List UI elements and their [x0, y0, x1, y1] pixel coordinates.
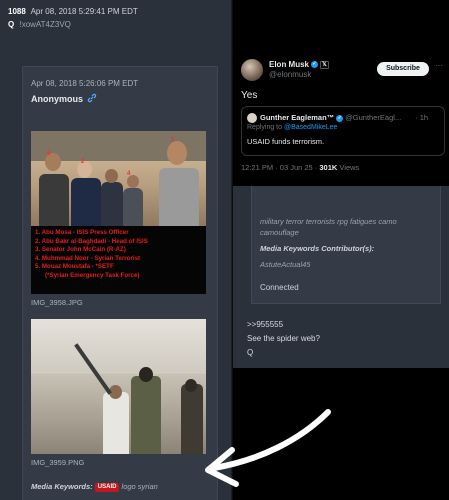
caption-line-1: 1. Abu Mosa - ISIS Press Officer [35, 229, 129, 236]
keywords-line-2: camouflage [260, 228, 299, 237]
tweet-timestamp[interactable]: 12:21 PM · 03 Jun 25 · [241, 163, 317, 172]
media-keywords: Media Keywords: USAID logo syrian [31, 482, 158, 492]
post-header: 1088 Apr 08, 2018 5:29:41 PM EDT Q !xowA… [8, 6, 228, 31]
avatar[interactable] [241, 59, 263, 81]
post-timestamp: Apr 08, 2018 5:29:41 PM EDT [30, 7, 138, 16]
quoted-author: Gunther Eagleman™ ✓ @GuntherEagl... · 1h [260, 113, 428, 122]
photo-group-scene: 5 2 4 1 [31, 131, 206, 226]
photo-caption: 1. Abu Mosa - ISIS Press Officer 2. Abu … [31, 226, 206, 294]
tweet-handle[interactable]: @elonmusk [269, 70, 311, 79]
tweet-meta: 12:21 PM · 03 Jun 25 · 301K Views [241, 163, 359, 172]
photo-label-1: 1 [171, 137, 175, 143]
post-author: Q [8, 20, 15, 29]
usaid-logo-badge: USAID [94, 482, 120, 492]
verified-icon: ✓ [311, 61, 319, 69]
quoted-avatar[interactable] [247, 113, 257, 123]
reply-reference-link[interactable]: >>955555 [247, 320, 283, 329]
media-keywords-text: logo syrian [121, 482, 158, 491]
quoted-time: · 1h [415, 113, 429, 122]
board-panel-right-keywords: military terror terrorists rpg fatigues … [233, 186, 449, 304]
views-label: Views [339, 163, 360, 172]
quoted-tweet-text: USAID funds terrorism. [247, 137, 325, 146]
quoted-tweet[interactable]: Gunther Eagleman™ ✓ @GuntherEagl... · 1h Re… [241, 106, 445, 156]
x-logo-icon: 𝕏 [320, 60, 329, 69]
verified-icon: ✓ [336, 114, 344, 122]
post-number[interactable]: 1088 [8, 7, 26, 16]
quoted-handle[interactable]: @GuntherEagl... [345, 113, 401, 122]
media-keywords-label: Media Keywords: [31, 482, 93, 491]
keywords-line-1: military terror terrorists rpg fatigues … [260, 217, 397, 226]
photo-label-2: 2 [81, 159, 85, 165]
image-1-filename[interactable]: IMG_3958.JPG [31, 298, 83, 307]
caption-line-6: (*Syrian Emergency Task Force) [45, 271, 140, 279]
tweet-display-name[interactable]: Elon Musk [269, 60, 309, 69]
post-image-1[interactable]: 5 2 4 1 1. Abu Mosa - ISIS Press Officer… [31, 131, 206, 294]
quoted-display-name[interactable]: Gunther Eagleman™ [260, 113, 334, 122]
board-panel-right-post: >>955555 See the spider web? Q [233, 304, 449, 368]
contributor-label: Media Keywords Contributor(s): [260, 244, 375, 253]
more-icon[interactable]: ··· [435, 61, 443, 70]
reply-context: Replying to @BasedMikeLee [247, 124, 337, 131]
tweet-author[interactable]: Elon Musk ✓ 𝕏 [269, 60, 329, 69]
connection-status: Connected [260, 283, 299, 292]
reply-to-handle[interactable]: @BasedMikeLee [284, 124, 337, 131]
caption-line-4: 4. Muhmmad Noor - Syrian Terrorist [35, 254, 141, 262]
quoted-post-timestamp: Apr 08, 2018 5:26:06 PM EDT [31, 79, 139, 88]
caption-line-3: 3. Senator John McCain (R-AZ) [35, 246, 126, 254]
post-tripcode: !xowAT4Z3VQ [19, 20, 71, 29]
post-message: See the spider web? [247, 334, 320, 343]
subscribe-button[interactable]: Subscribe [377, 62, 429, 76]
image-2-filename[interactable]: IMG_3959.PNG [31, 458, 84, 467]
arrow-annotation-icon [205, 409, 331, 487]
photo-label-5: 5 [47, 151, 51, 157]
tweet-card: Elon Musk ✓ 𝕏 @elonmusk Subscribe ··· Yes … [233, 56, 449, 186]
contributor-name[interactable]: AstuteActual45 [260, 260, 310, 269]
reply-prefix: Replying to [247, 124, 283, 131]
post-signature: Q [247, 348, 254, 357]
link-icon[interactable] [87, 93, 97, 103]
caption-line-2: 2. Abu Bakr al-Baghdadi - Head of ISIS [35, 237, 148, 245]
keywords-card: military terror terrorists rpg fatigues … [251, 186, 441, 304]
quoted-post-author: Anonymous [31, 94, 84, 104]
caption-line-5: 5. Mouaz Moustafa - *SETF [35, 263, 114, 271]
photo-label-4: 4 [127, 171, 131, 177]
views-count: 301K [319, 163, 338, 172]
tweet-text: Yes [241, 90, 258, 101]
